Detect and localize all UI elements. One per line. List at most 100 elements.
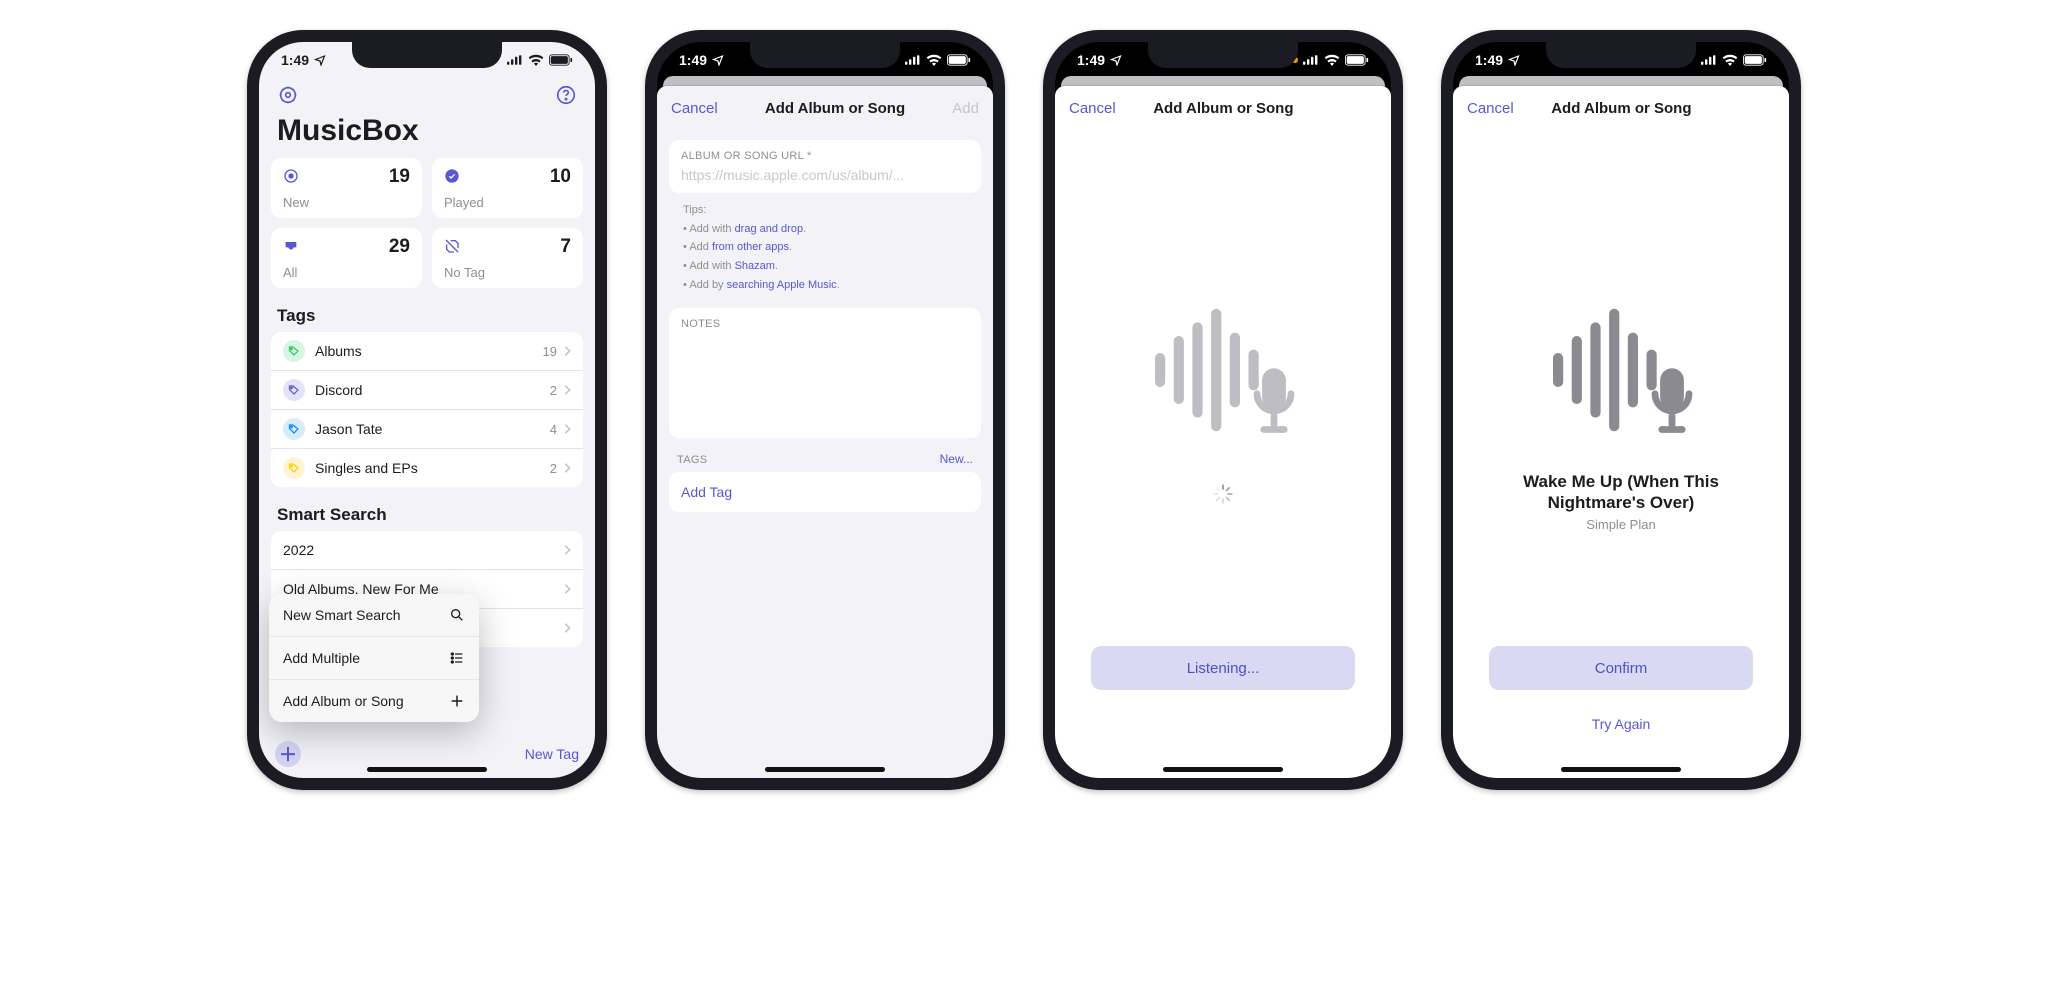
chevron-right-icon xyxy=(563,544,571,556)
menu-label: Add Multiple xyxy=(283,650,360,666)
card-count: 7 xyxy=(560,236,571,258)
menu-add-multiple[interactable]: Add Multiple xyxy=(269,636,479,679)
home-indicator[interactable] xyxy=(1561,767,1681,772)
url-input-group[interactable]: ALBUM OR SONG URL * https://music.apple.… xyxy=(669,140,981,193)
tag-slash-icon xyxy=(444,238,460,254)
chevron-right-icon xyxy=(563,384,571,396)
smart-row-2022[interactable]: 2022 xyxy=(271,531,583,569)
tag-name: Albums xyxy=(315,343,543,359)
tag-count: 4 xyxy=(550,422,557,437)
status-time: 1:49 xyxy=(281,52,309,68)
home-indicator[interactable] xyxy=(765,767,885,772)
modal-sheet: Cancel Add Album or Song Add ALBUM OR SO… xyxy=(657,86,993,778)
list-plus-icon xyxy=(449,650,465,666)
status-time: 1:49 xyxy=(679,52,707,68)
wifi-icon xyxy=(1722,54,1738,66)
cancel-button[interactable]: Cancel xyxy=(671,100,718,117)
cell-signal-icon xyxy=(905,55,921,65)
card-label: All xyxy=(283,265,297,280)
notes-input[interactable]: NOTES xyxy=(669,308,981,438)
section-smart-title: Smart Search xyxy=(259,487,595,531)
new-tag-button[interactable]: New Tag xyxy=(525,746,579,762)
battery-icon xyxy=(1743,54,1767,66)
device-2: 1:49 Cancel Add Album or Song Add xyxy=(645,30,1005,790)
plus-icon xyxy=(449,693,465,709)
chevron-right-icon xyxy=(563,345,571,357)
tag-count: 2 xyxy=(550,461,557,476)
section-tags-title: Tags xyxy=(259,288,595,332)
card-count: 29 xyxy=(389,236,410,258)
notes-label: NOTES xyxy=(681,318,969,330)
battery-icon xyxy=(1345,54,1369,66)
chevron-right-icon xyxy=(563,583,571,595)
cancel-button[interactable]: Cancel xyxy=(1467,100,1514,117)
device-4: 1:49 Cancel Add Album or Song xyxy=(1441,30,1801,790)
confirm-button[interactable]: Confirm xyxy=(1489,646,1753,690)
menu-add-album-song[interactable]: Add Album or Song xyxy=(269,679,479,722)
status-time: 1:49 xyxy=(1475,52,1503,68)
card-label: New xyxy=(283,195,309,210)
add-button[interactable]: Add xyxy=(952,100,979,117)
tray-icon xyxy=(283,238,299,254)
song-artist: Simple Plan xyxy=(1483,517,1759,532)
modal-navbar: Cancel Add Album or Song xyxy=(1453,86,1789,130)
device-1: 1:49 MusicBox xyxy=(247,30,607,790)
add-tag-button[interactable]: Add Tag xyxy=(669,472,981,512)
tip-search-link[interactable]: searching Apple Music xyxy=(727,279,837,291)
tags-list: Albums 19 Discord 2 Jason Tate 4 xyxy=(271,332,583,487)
cancel-button[interactable]: Cancel xyxy=(1069,100,1116,117)
help-icon[interactable] xyxy=(555,84,577,106)
card-new[interactable]: 19 New xyxy=(271,158,422,218)
modal-navbar: Cancel Add Album or Song Add xyxy=(657,86,993,130)
card-count: 19 xyxy=(389,166,410,188)
status-time: 1:49 xyxy=(1077,52,1105,68)
search-icon xyxy=(449,607,465,623)
gear-icon[interactable] xyxy=(277,84,299,106)
tag-icon xyxy=(283,379,305,401)
tag-row-singles-eps[interactable]: Singles and EPs 2 xyxy=(271,448,583,487)
chevron-right-icon xyxy=(563,462,571,474)
tips-title: Tips: xyxy=(683,201,967,220)
menu-label: Add Album or Song xyxy=(283,693,404,709)
wifi-icon xyxy=(926,54,942,66)
card-played[interactable]: 10 Played xyxy=(432,158,583,218)
listening-button[interactable]: Listening... xyxy=(1091,646,1355,690)
cell-signal-icon xyxy=(1303,55,1319,65)
tag-row-discord[interactable]: Discord 2 xyxy=(271,370,583,409)
device-3: 1:49 Cancel Add Album or Song xyxy=(1043,30,1403,790)
home-indicator[interactable] xyxy=(1163,767,1283,772)
url-label: ALBUM OR SONG URL * xyxy=(681,150,969,162)
add-button[interactable]: ＋ xyxy=(275,741,301,767)
tag-row-jason-tate[interactable]: Jason Tate 4 xyxy=(271,409,583,448)
tag-row-albums[interactable]: Albums 19 xyxy=(271,332,583,370)
notch xyxy=(1148,42,1298,68)
modal-sheet: Cancel Add Album or Song xyxy=(1453,86,1789,778)
tip-shazam-link[interactable]: Shazam xyxy=(735,260,775,272)
tag-count: 2 xyxy=(550,383,557,398)
notch xyxy=(352,42,502,68)
tag-name: Singles and EPs xyxy=(315,460,550,476)
card-count: 10 xyxy=(550,166,571,188)
tag-icon xyxy=(283,340,305,362)
tip-other-apps-link[interactable]: from other apps xyxy=(712,241,789,253)
smart-name: 2022 xyxy=(283,542,563,558)
card-notag[interactable]: 7 No Tag xyxy=(432,228,583,288)
add-tag-label: Add Tag xyxy=(681,484,732,500)
card-label: Played xyxy=(444,195,484,210)
new-tag-link[interactable]: New... xyxy=(940,452,973,466)
location-icon xyxy=(314,54,326,66)
song-title: Wake Me Up (When This Nightmare's Over) xyxy=(1483,471,1759,514)
menu-new-smart-search[interactable]: New Smart Search xyxy=(269,594,479,636)
waveform-mic-icon xyxy=(1138,300,1308,445)
try-again-button[interactable]: Try Again xyxy=(1453,716,1789,732)
tips-block: Tips: Add with drag and drop. Add from o… xyxy=(657,193,993,294)
home-indicator[interactable] xyxy=(367,767,487,772)
chevron-right-icon xyxy=(563,622,571,634)
card-all[interactable]: 29 All xyxy=(271,228,422,288)
context-menu: New Smart Search Add Multiple Add Album … xyxy=(269,594,479,722)
listening-label: Listening... xyxy=(1187,660,1260,677)
tags-label: TAGS xyxy=(677,454,707,466)
battery-icon xyxy=(947,54,971,66)
modal-sheet: Cancel Add Album or Song xyxy=(1055,86,1391,778)
tip-drag-drop-link[interactable]: drag and drop xyxy=(735,223,804,235)
